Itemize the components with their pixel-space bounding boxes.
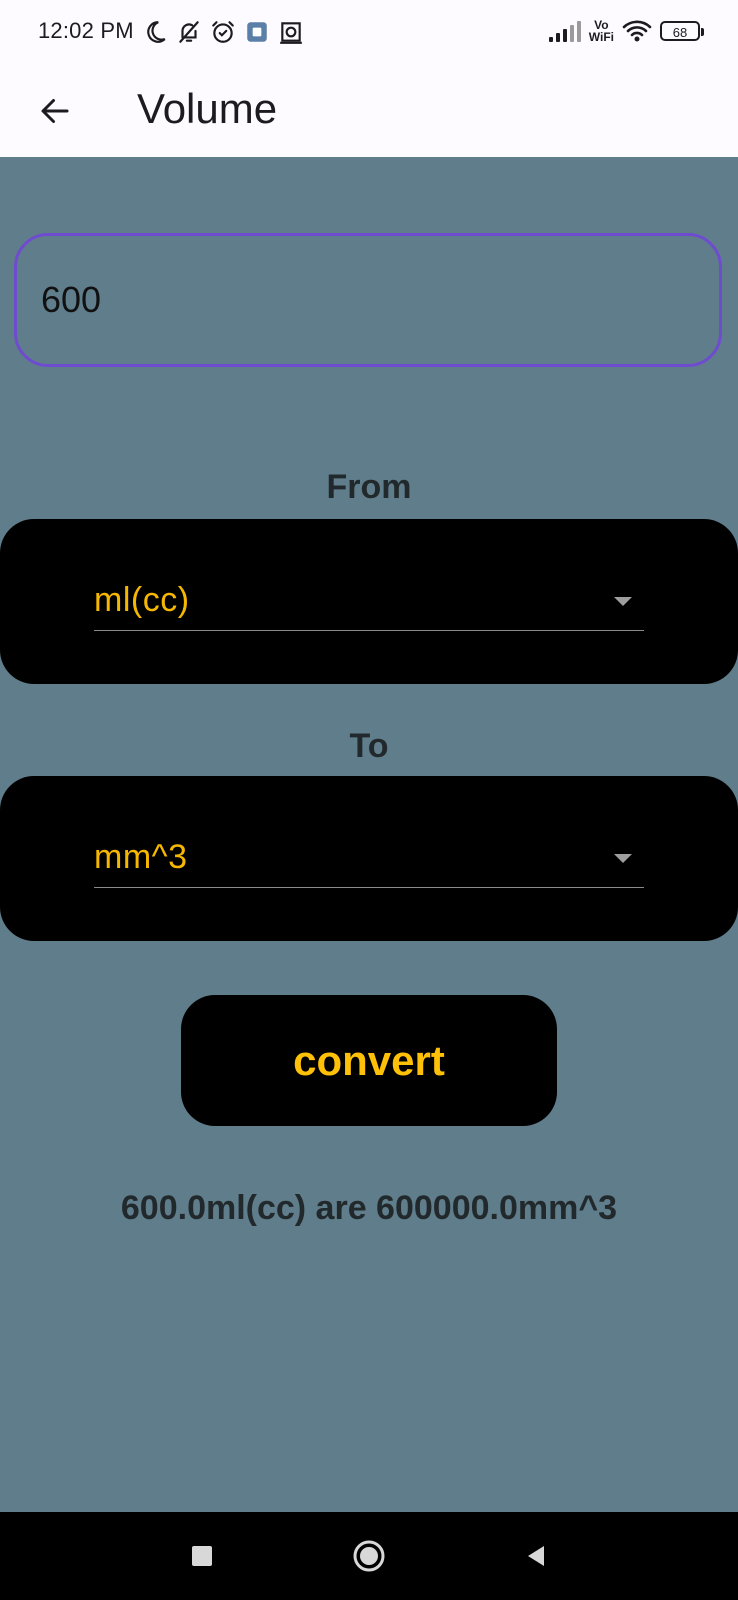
main-content: From ml(cc) To mm^3 convert 600.0ml(cc) …	[0, 157, 738, 1512]
app-bar: Volume	[0, 66, 738, 157]
wifi-icon	[622, 20, 652, 42]
recents-icon[interactable]	[180, 1534, 224, 1578]
back-button[interactable]	[28, 84, 82, 138]
vowifi-indicator: Vo WiFi	[588, 18, 614, 44]
to-card: mm^3	[0, 776, 738, 941]
from-label: From	[326, 468, 412, 506]
gallery-icon	[247, 22, 267, 42]
from-unit-dropdown[interactable]: ml(cc)	[94, 575, 644, 631]
from-unit-value: ml(cc)	[94, 581, 190, 619]
signal-icon	[548, 20, 581, 42]
status-time: 12:02 PM	[38, 18, 134, 43]
arrow-left-icon	[41, 99, 69, 123]
amount-input[interactable]	[14, 233, 722, 367]
page-title: Volume	[137, 85, 278, 132]
battery-icon: 68	[660, 21, 704, 41]
convert-button[interactable]: convert	[181, 995, 557, 1126]
status-system-icons: Vo WiFi 68	[548, 18, 704, 44]
status-notification-icons	[142, 19, 304, 45]
from-card: ml(cc)	[0, 519, 738, 684]
chevron-down-icon	[614, 854, 632, 863]
result-text: 600.0ml(cc) are 600000.0mm^3	[120, 1189, 618, 1227]
bell-off-icon	[179, 21, 199, 43]
navigation-bar	[0, 1512, 738, 1600]
chevron-down-icon	[614, 597, 632, 606]
home-icon[interactable]	[347, 1534, 391, 1578]
alarm-icon	[212, 21, 234, 43]
moon-icon	[147, 21, 166, 43]
screenshot-icon	[280, 22, 302, 44]
to-unit-dropdown[interactable]: mm^3	[94, 832, 644, 888]
back-nav-icon[interactable]	[514, 1534, 558, 1578]
to-unit-value: mm^3	[94, 838, 188, 876]
to-label: To	[349, 727, 389, 765]
status-bar: 12:02 PM Vo WiFi 68	[0, 0, 738, 66]
